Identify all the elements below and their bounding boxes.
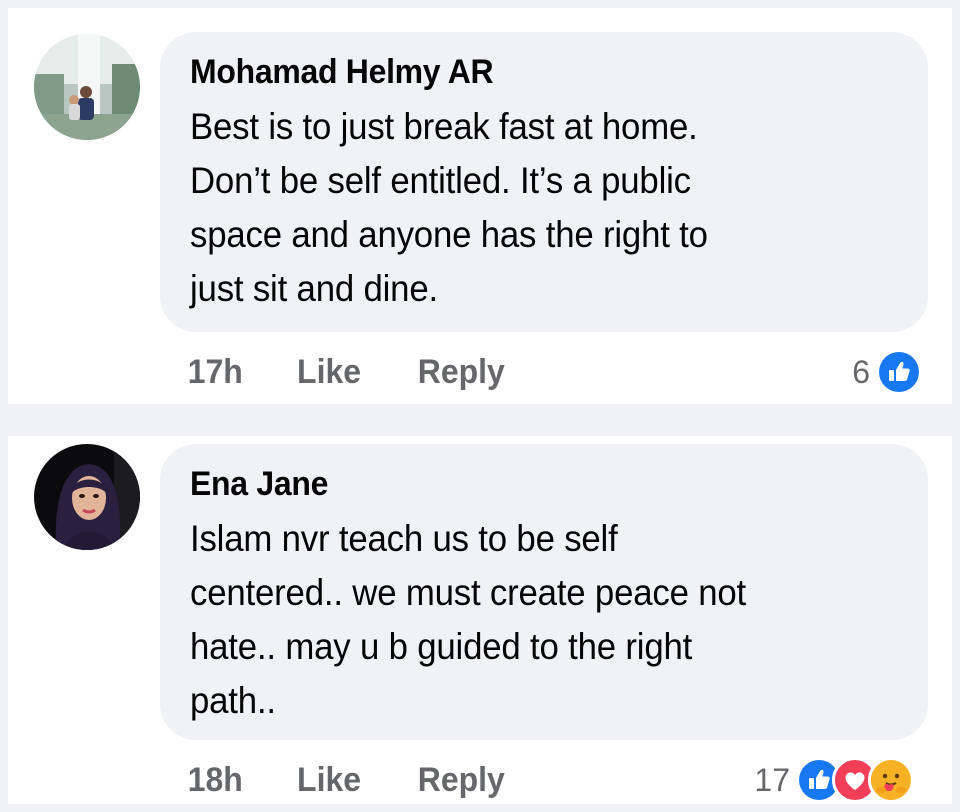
comment-text-line: just sit and dine. (190, 268, 438, 309)
comment-text-line: hate.. may u b guided to the right (190, 626, 693, 667)
reaction-count: 6 (852, 353, 870, 390)
comment-text-line: space and anyone has the right to (190, 214, 708, 255)
comment-card: Mohamad Helmy AR Best is to just break f… (8, 8, 952, 404)
like-button[interactable]: Like (297, 353, 361, 392)
comment-timestamp[interactable]: 17h (188, 353, 243, 392)
like-icon (876, 349, 922, 395)
comment-author[interactable]: Mohamad Helmy AR (190, 52, 856, 92)
comment-card: Ena Jane Islam nvr teach us to be self c… (8, 436, 952, 804)
comment-actions: 18h Like Reply (186, 760, 559, 800)
comment-bubble: Mohamad Helmy AR Best is to just break f… (160, 32, 928, 332)
comment-text-line: Don’t be self entitled. It’s a public (190, 160, 691, 201)
reply-button[interactable]: Reply (417, 761, 504, 800)
reaction-summary[interactable]: 17 (754, 757, 914, 803)
reply-button[interactable]: Reply (417, 353, 504, 392)
comment-bubble: Ena Jane Islam nvr teach us to be self c… (160, 444, 928, 740)
comment-text: Best is to just break fast at home. Don’… (190, 100, 886, 316)
comment-timestamp[interactable]: 18h (188, 761, 243, 800)
comment-text-line: Islam nvr teach us to be self (190, 518, 618, 559)
comment-text-line: Best is to just break fast at home. (190, 106, 698, 147)
like-button[interactable]: Like (297, 761, 361, 800)
care-icon (868, 757, 914, 803)
comment-author[interactable]: Ena Jane (190, 464, 856, 504)
avatar[interactable] (34, 444, 140, 550)
reaction-summary[interactable]: 6 (852, 349, 922, 395)
avatar[interactable] (34, 34, 140, 140)
comment-actions: 17h Like Reply (186, 352, 559, 392)
comment-text-line: centered.. we must create peace not (190, 572, 747, 613)
reaction-count: 17 (754, 761, 790, 798)
comment-text-line: path.. (190, 680, 276, 721)
comment-text: Islam nvr teach us to be self centered..… (190, 512, 886, 728)
